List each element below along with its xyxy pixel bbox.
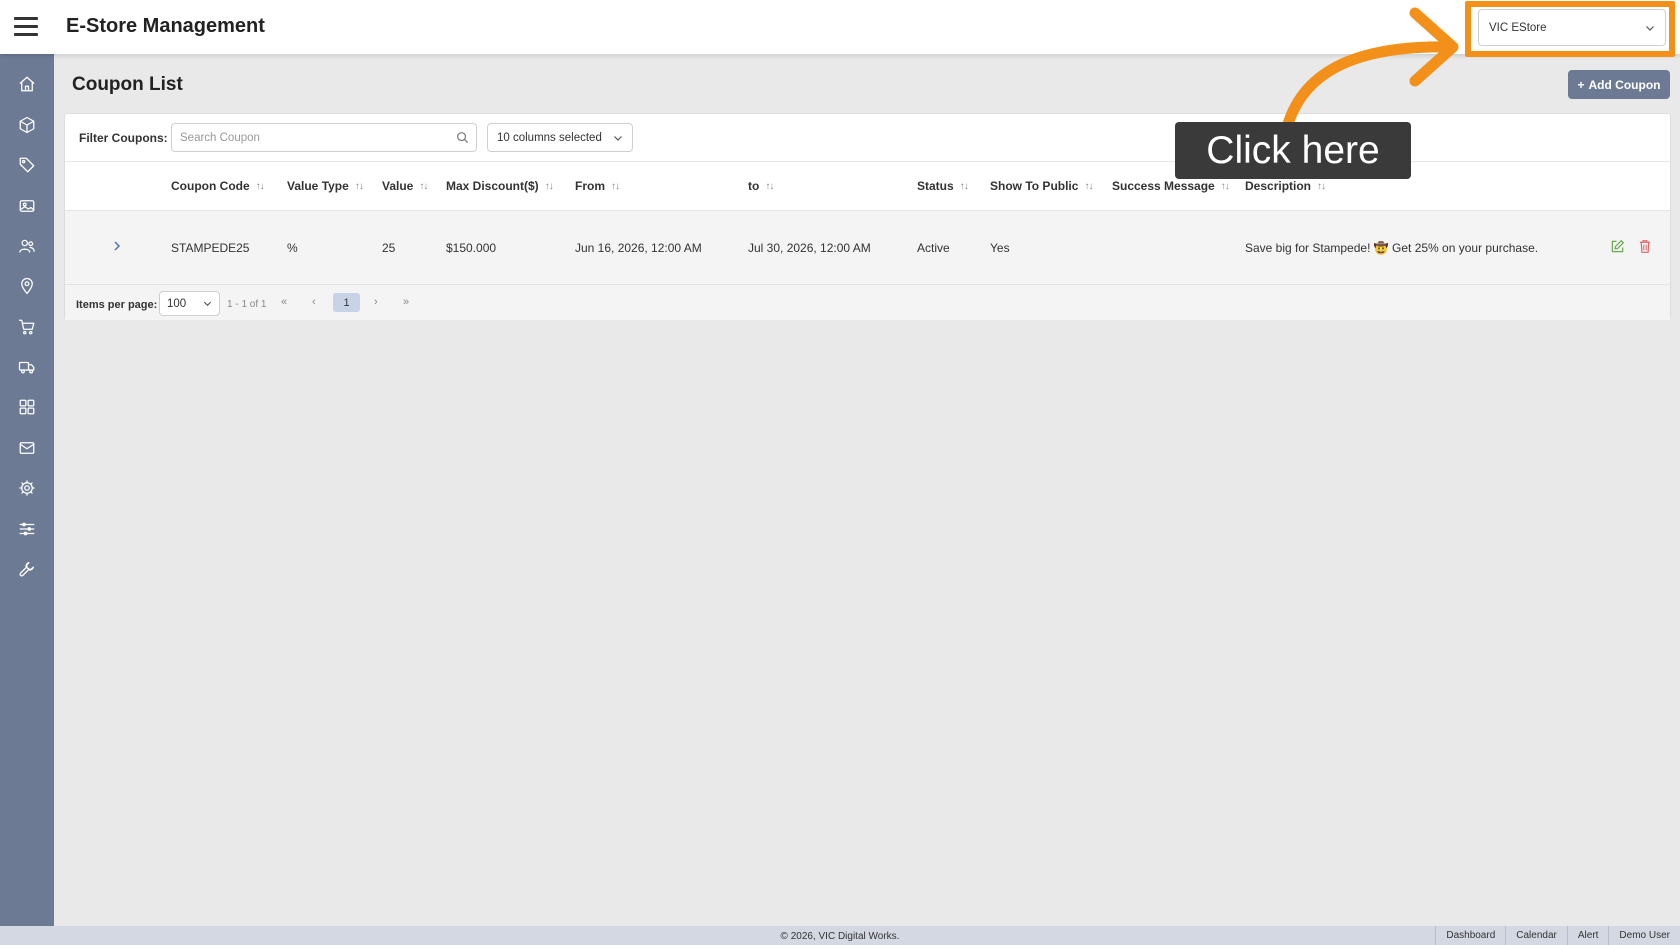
- gear-icon[interactable]: [17, 478, 37, 498]
- column-header-show-to-public[interactable]: Show To Public ↑↓: [990, 179, 1093, 193]
- column-header-success-message[interactable]: Success Message ↑↓: [1112, 179, 1230, 193]
- search-icon[interactable]: [456, 131, 469, 144]
- cell-max-discount: $150.000: [446, 241, 497, 255]
- column-header-description[interactable]: Description ↑↓: [1245, 179, 1326, 193]
- sort-icon: ↑↓: [419, 180, 428, 192]
- copyright: © 2026, VIC Digital Works.: [780, 931, 900, 942]
- items-per-page-label: Items per page:: [76, 299, 158, 311]
- image-icon[interactable]: [17, 196, 37, 216]
- cell-value-type: %: [287, 241, 298, 255]
- column-header-status[interactable]: Status ↑↓: [917, 179, 969, 193]
- truck-icon[interactable]: [17, 357, 37, 377]
- sidebar: [0, 54, 54, 926]
- footer-links: Dashboard Calendar Alert Demo User: [1435, 926, 1680, 945]
- tag-icon[interactable]: [17, 155, 37, 175]
- page-title: Coupon List: [72, 74, 183, 95]
- column-header-to[interactable]: to ↑↓: [748, 179, 774, 193]
- filter-label: Filter Coupons:: [79, 131, 168, 145]
- columns-selector[interactable]: 10 columns selected: [487, 123, 633, 152]
- cell-value: 25: [382, 241, 396, 255]
- first-page-button[interactable]: «: [281, 296, 287, 308]
- home-icon[interactable]: [17, 74, 37, 94]
- cell-status: Active: [917, 241, 950, 255]
- sort-icon: ↑↓: [959, 180, 969, 192]
- hamburger-menu-icon[interactable]: [14, 17, 38, 36]
- sort-icon: ↑↓: [611, 180, 620, 192]
- box-icon[interactable]: [17, 115, 37, 135]
- trash-icon[interactable]: [1638, 239, 1652, 254]
- divider: [65, 161, 1670, 162]
- column-header-from[interactable]: From ↑↓: [575, 179, 620, 193]
- edit-icon[interactable]: [1610, 239, 1625, 254]
- chevron-down-icon: [614, 135, 622, 141]
- search-coupon-input[interactable]: [172, 124, 442, 151]
- cell-description: Save big for Stampede! 🤠 Get 25% on your…: [1245, 241, 1539, 255]
- sort-icon: ↑↓: [1084, 180, 1093, 192]
- chevron-down-icon: [1646, 25, 1654, 31]
- footer-link-alert[interactable]: Alert: [1566, 926, 1609, 945]
- items-per-page-select[interactable]: 100: [159, 291, 220, 316]
- cart-icon[interactable]: [17, 317, 37, 337]
- footer-link-demo-user[interactable]: Demo User: [1608, 926, 1680, 945]
- store-selector-value: VIC EStore: [1489, 21, 1547, 34]
- plus-icon: +: [1577, 77, 1585, 92]
- annotation-callout: Click here: [1175, 122, 1411, 179]
- cell-to: Jul 30, 2026, 12:00 AM: [748, 241, 871, 255]
- store-selector[interactable]: VIC EStore: [1478, 9, 1666, 46]
- pagination-bar: Items per page: 100 1 - 1 of 1 « ‹ 1 › »: [65, 284, 1670, 320]
- search-coupon-field[interactable]: [171, 123, 477, 152]
- column-header-value-type[interactable]: Value Type ↑↓: [287, 179, 364, 193]
- last-page-button[interactable]: »: [403, 296, 409, 308]
- wrench-icon[interactable]: [17, 559, 37, 579]
- sort-icon: ↑↓: [1220, 180, 1230, 192]
- next-page-button[interactable]: ›: [374, 296, 378, 308]
- cell-from: Jun 16, 2026, 12:00 AM: [575, 241, 702, 255]
- app-title: E-Store Management: [66, 15, 265, 37]
- page-range: 1 - 1 of 1: [227, 299, 267, 310]
- sliders-icon[interactable]: [17, 519, 37, 539]
- table-row[interactable]: STAMPEDE25 % 25 $150.000 Jun 16, 2026, 1…: [65, 210, 1670, 284]
- columns-selector-value: 10 columns selected: [497, 131, 602, 144]
- items-per-page-value: 100: [167, 297, 187, 310]
- coupon-table-card: Filter Coupons: 10 columns selected Coup…: [64, 113, 1671, 320]
- add-coupon-label: Add Coupon: [1588, 77, 1661, 92]
- chevron-down-icon: [203, 301, 212, 307]
- sort-icon: ↑↓: [765, 180, 774, 192]
- footer: © 2026, VIC Digital Works. Dashboard Cal…: [0, 926, 1680, 945]
- cell-show-to-public: Yes: [990, 241, 1010, 255]
- users-icon[interactable]: [17, 236, 37, 256]
- footer-link-calendar[interactable]: Calendar: [1505, 926, 1567, 945]
- sort-icon: ↑↓: [1317, 180, 1326, 192]
- app-header: E-Store Management VIC EStore: [0, 0, 1680, 54]
- sort-icon: ↑↓: [544, 180, 554, 192]
- prev-page-button[interactable]: ‹: [312, 296, 316, 308]
- chevron-right-icon[interactable]: [111, 239, 123, 253]
- mail-icon[interactable]: [17, 438, 37, 458]
- page-button-current[interactable]: 1: [333, 293, 360, 312]
- add-coupon-button[interactable]: + Add Coupon: [1568, 70, 1670, 99]
- dashboard-grid-icon[interactable]: [17, 397, 37, 417]
- cell-coupon-code: STAMPEDE25: [171, 241, 250, 255]
- sort-icon: ↑↓: [354, 180, 364, 192]
- column-header-max-discount[interactable]: Max Discount($) ↑↓: [446, 179, 554, 193]
- location-pin-icon[interactable]: [17, 276, 37, 296]
- column-header-coupon-code[interactable]: Coupon Code ↑↓: [171, 179, 265, 193]
- column-header-value[interactable]: Value ↑↓: [382, 179, 428, 193]
- footer-link-dashboard[interactable]: Dashboard: [1435, 926, 1505, 945]
- sort-icon: ↑↓: [255, 180, 265, 192]
